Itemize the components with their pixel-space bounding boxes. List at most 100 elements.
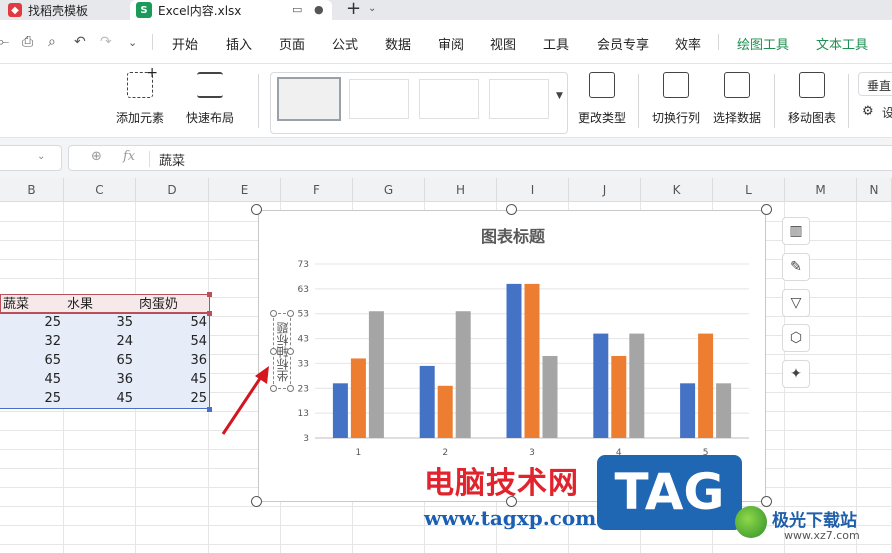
chart-filter-icon[interactable]: ▽ xyxy=(782,289,810,317)
move-chart-button[interactable]: 移动图表 xyxy=(788,72,836,126)
axis-title-handle[interactable] xyxy=(287,348,294,355)
column-header-k[interactable]: K xyxy=(641,178,713,202)
column-header-h[interactable]: H xyxy=(425,178,497,202)
chevron-down-icon[interactable]: ⌄ xyxy=(37,151,45,162)
bar-series-1[interactable] xyxy=(419,365,435,438)
bar-series-1[interactable] xyxy=(593,333,609,438)
table-header-cell[interactable]: 水果 xyxy=(65,295,137,314)
bar-series-2[interactable] xyxy=(524,283,540,438)
chart-style-3[interactable] xyxy=(419,79,479,119)
chevron-down-icon[interactable]: ⌄ xyxy=(368,3,376,14)
resize-handle-n[interactable] xyxy=(506,204,517,215)
more-chevron-icon[interactable]: ⌄ xyxy=(128,36,137,49)
menu-tools[interactable]: 工具 xyxy=(543,34,569,53)
bar-series-2[interactable] xyxy=(437,385,453,438)
range-handle[interactable] xyxy=(207,311,212,316)
chart-style-4[interactable] xyxy=(489,79,549,119)
add-element-button[interactable]: + 添加元素 xyxy=(116,65,164,126)
change-type-button[interactable]: 更改类型 xyxy=(578,72,626,126)
column-header-l[interactable]: L xyxy=(713,178,785,202)
bar-series-3[interactable] xyxy=(716,383,732,438)
bar-series-3[interactable] xyxy=(629,333,645,438)
column-header-e[interactable]: E xyxy=(209,178,281,202)
print-preview-icon[interactable]: ⌕ xyxy=(48,34,56,50)
bar-series-3[interactable] xyxy=(455,311,471,438)
axis-title-handle[interactable] xyxy=(270,348,277,355)
tab-doc-templates[interactable]: ◆ 找稻壳模板 xyxy=(0,0,128,20)
name-box[interactable]: ⌄ xyxy=(0,145,62,171)
column-header-c[interactable]: C xyxy=(64,178,136,202)
column-header-n[interactable]: N xyxy=(857,178,892,202)
grid-hline xyxy=(0,544,892,545)
column-header-i[interactable]: I xyxy=(497,178,569,202)
switch-rowcol-button[interactable]: 切换行列 xyxy=(652,72,700,126)
quick-layout-button[interactable]: 快速布局 xyxy=(186,72,234,126)
bar-series-3[interactable] xyxy=(368,311,384,438)
chart-magic-icon[interactable]: ✦ xyxy=(782,360,810,388)
menu-efficiency[interactable]: 效率 xyxy=(675,34,701,53)
resize-handle-sw[interactable] xyxy=(251,496,262,507)
column-header-f[interactable]: F xyxy=(281,178,353,202)
column-header-j[interactable]: J xyxy=(569,178,641,202)
resize-handle-nw[interactable] xyxy=(251,204,262,215)
table-header-cell[interactable]: 肉蛋奶 xyxy=(137,295,211,314)
y-tick-label: 13 xyxy=(298,409,309,419)
menu-member[interactable]: 会员专享 xyxy=(597,34,649,53)
bar-series-1[interactable] xyxy=(332,383,348,438)
menu-drawing-tools[interactable]: 绘图工具 xyxy=(737,34,789,53)
column-header-g[interactable]: G xyxy=(353,178,425,202)
table-header-row[interactable]: 蔬菜 水果 肉蛋奶 xyxy=(0,294,210,313)
menu-home[interactable]: 开始 xyxy=(172,34,198,53)
menu-insert[interactable]: 插入 xyxy=(226,34,252,53)
chart-style-brush-icon[interactable]: ✎ xyxy=(782,253,810,281)
menu-formula[interactable]: 公式 xyxy=(332,34,358,53)
bar-series-1[interactable] xyxy=(506,283,522,438)
axis-title-handle[interactable] xyxy=(287,385,294,392)
cut-icon[interactable]: ⟜ xyxy=(0,34,9,50)
divider xyxy=(638,74,639,128)
menu-data[interactable]: 数据 xyxy=(385,34,411,53)
formula-input[interactable]: ⊕ fx 蔬菜 xyxy=(68,145,892,171)
chart-elements-icon[interactable]: ▥ xyxy=(782,217,810,245)
move-chart-icon xyxy=(799,72,825,98)
redo-icon[interactable]: ↷ xyxy=(100,34,112,50)
column-header-b[interactable]: B xyxy=(0,178,64,202)
tab-excel-file[interactable]: S Excel内容.xlsx ▭ ● xyxy=(130,0,332,20)
chart-style-1[interactable] xyxy=(277,77,341,121)
watermark-xz-url: www.xz7.com xyxy=(784,529,860,542)
add-tab-icon[interactable]: + xyxy=(346,0,361,19)
undo-icon[interactable]: ↶ xyxy=(74,34,86,50)
menu-review[interactable]: 审阅 xyxy=(438,34,464,53)
column-header-d[interactable]: D xyxy=(136,178,209,202)
menu-view[interactable]: 视图 xyxy=(490,34,516,53)
unsaved-dot-icon[interactable]: ● xyxy=(314,3,324,16)
formula-bar: ⌄ ⊕ fx 蔬菜 xyxy=(0,138,892,178)
monitor-icon[interactable]: ▭ xyxy=(292,3,302,16)
bar-series-1[interactable] xyxy=(680,383,696,438)
menu-page[interactable]: 页面 xyxy=(279,34,305,53)
function-icon[interactable]: fx xyxy=(123,149,135,164)
resize-handle-se[interactable] xyxy=(761,496,772,507)
print-icon[interactable]: ⎙ xyxy=(22,34,33,50)
vertical-button[interactable]: 垂直 xyxy=(858,72,892,96)
zoom-icon[interactable]: ⊕ xyxy=(91,149,102,164)
bar-series-2[interactable] xyxy=(698,333,714,438)
move-chart-label: 移动图表 xyxy=(788,111,837,125)
axis-title-handle[interactable] xyxy=(287,310,294,317)
resize-handle-ne[interactable] xyxy=(761,204,772,215)
column-header-m[interactable]: M xyxy=(785,178,857,202)
range-handle[interactable] xyxy=(207,292,212,297)
bar-series-3[interactable] xyxy=(542,355,558,438)
bar-series-2[interactable] xyxy=(350,358,366,438)
tab-bar: ◆ 找稻壳模板 S Excel内容.xlsx ▭ ● + ⌄ xyxy=(0,0,892,20)
gallery-more-icon[interactable]: ▼ xyxy=(556,91,563,101)
settings-icon[interactable]: ⚙ xyxy=(862,104,874,119)
menu-text-tools[interactable]: 文本工具 xyxy=(816,34,868,53)
chart-settings-icon[interactable]: ⬡ xyxy=(782,324,810,352)
table-header-cell[interactable]: 蔬菜 xyxy=(1,295,65,314)
bar-series-2[interactable] xyxy=(611,355,627,438)
select-data-button[interactable]: 选择数据 xyxy=(713,72,761,126)
chart-style-2[interactable] xyxy=(349,79,409,119)
range-handle[interactable] xyxy=(207,407,212,412)
axis-title-handle[interactable] xyxy=(270,310,277,317)
